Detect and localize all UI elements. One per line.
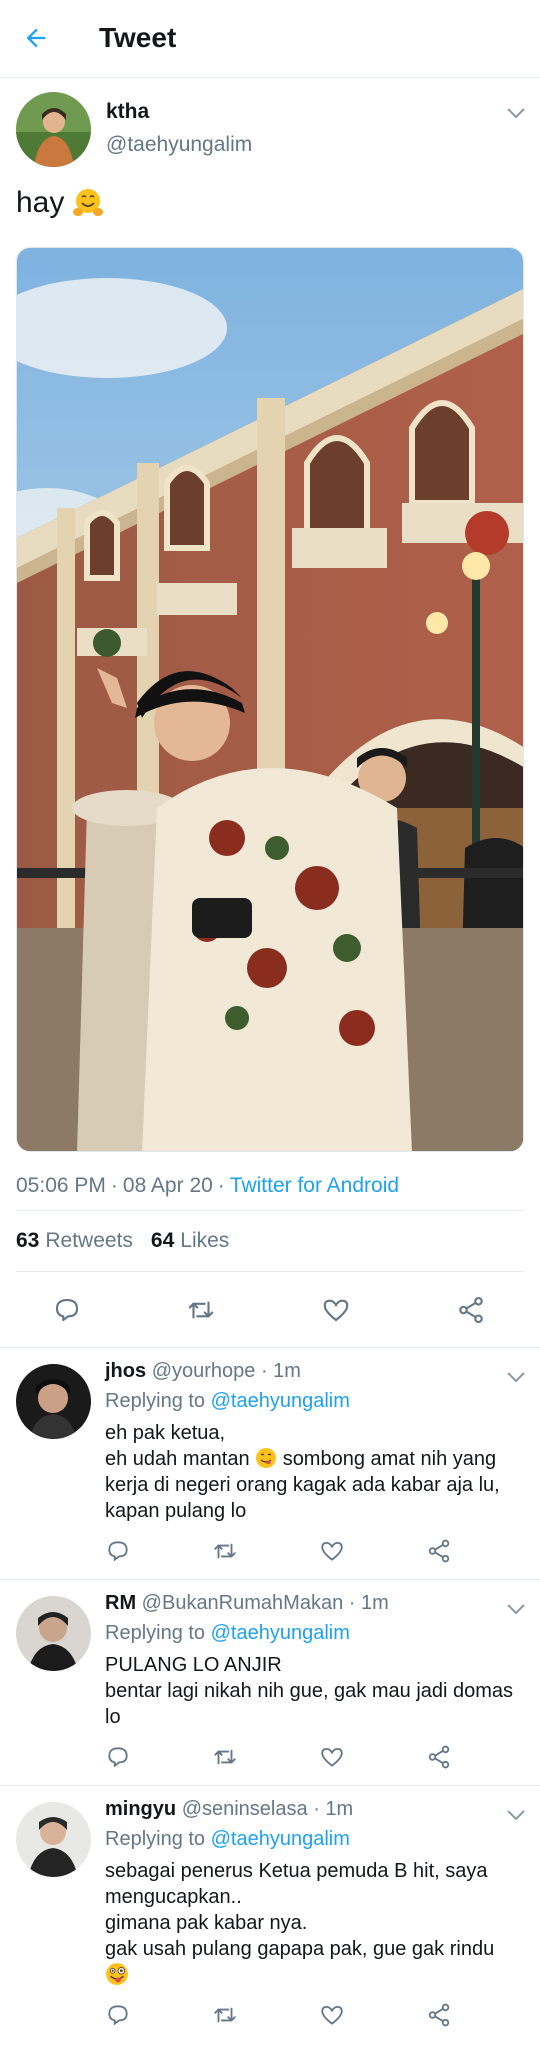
avatar[interactable]	[16, 92, 91, 167]
reply-line: bentar lagi nikah nih gue, gak mau jadi …	[105, 1680, 514, 1728]
reply-author-handle[interactable]: @BukanRumahMakan	[142, 1592, 344, 1614]
share-icon[interactable]	[456, 1295, 486, 1325]
reply-tweet[interactable]: jhos @yourhope · 1m Replying to @taehyun…	[0, 1348, 540, 1580]
reply-text: sebagai penerus Ketua pemuda B hit, saya…	[105, 1858, 525, 1989]
likes-count: 64	[150, 1229, 175, 1252]
likes-label: Likes	[180, 1229, 230, 1252]
reply-actions	[105, 1538, 525, 1568]
reply-line: sebagai penerus Ketua pemuda B hit, saya…	[105, 1860, 488, 1908]
share-icon[interactable]	[426, 2002, 452, 2028]
chevron-down-icon[interactable]	[506, 1370, 526, 1384]
reply-time: 1m	[360, 1592, 389, 1614]
top-app-bar: Tweet	[0, 0, 540, 78]
reply-line: eh udah mantan sombong amat nih yang ker…	[105, 1446, 525, 1498]
reply-author-name[interactable]: RM	[105, 1592, 136, 1614]
replying-to: Replying to @taehyungalim	[105, 1390, 350, 1413]
tweet-text-content: hay	[16, 186, 65, 219]
replying-mention[interactable]: @taehyungalim	[211, 1390, 350, 1412]
reply-tweet[interactable]: RM @BukanRumahMakan · 1m Replying to @ta…	[0, 1580, 540, 1786]
heart-icon[interactable]	[319, 1744, 345, 1770]
reply-line-text: eh udah mantan	[105, 1448, 250, 1470]
retweets-count: 63	[16, 1229, 40, 1252]
reply-author-name[interactable]: mingyu	[105, 1798, 176, 1820]
author-handle[interactable]: @taehyungalim	[106, 133, 252, 157]
reply-line: gak usah pulang gapapa pak, gue gak rind…	[105, 1938, 495, 1960]
reply-line	[105, 1962, 525, 1989]
retweet-icon[interactable]	[212, 1538, 238, 1564]
avatar[interactable]	[16, 1596, 91, 1671]
reply-tweet[interactable]: mingyu @seninselasa · 1m Replying to @ta…	[0, 1786, 540, 2056]
tweet-date: 08 Apr 20	[122, 1174, 213, 1197]
replying-mention[interactable]: @taehyungalim	[211, 1828, 350, 1850]
reply-text: eh pak ketua, eh udah mantan sombong ama…	[105, 1420, 525, 1524]
tweet-timestamp: 05:06 PM · 08 Apr 20 · Twitter for Android	[16, 1174, 400, 1197]
reply-icon[interactable]	[52, 1295, 82, 1325]
reply-line: PULANG LO ANJIR	[105, 1654, 282, 1676]
yum-face-emoji	[255, 1447, 277, 1469]
tweet-photo[interactable]	[16, 247, 524, 1152]
replying-label: Replying to	[105, 1390, 206, 1412]
reply-author-handle[interactable]: @yourhope	[152, 1360, 256, 1382]
replying-to: Replying to @taehyungalim	[105, 1622, 350, 1645]
reply-icon[interactable]	[105, 2002, 131, 2028]
engagement-stats: 63 Retweets 64 Likes	[16, 1210, 524, 1272]
reply-time: 1m	[325, 1798, 354, 1820]
reply-header: RM @BukanRumahMakan · 1m	[105, 1592, 389, 1614]
heart-icon[interactable]	[321, 1295, 351, 1325]
replying-label: Replying to	[105, 1828, 206, 1850]
reply-author-name[interactable]: jhos	[105, 1360, 146, 1382]
heart-icon[interactable]	[319, 1538, 345, 1564]
share-icon[interactable]	[426, 1744, 452, 1770]
replying-to: Replying to @taehyungalim	[105, 1828, 350, 1851]
chevron-down-icon[interactable]	[506, 106, 526, 120]
reply-actions	[105, 1744, 525, 1774]
likes-stat[interactable]: 64 Likes	[151, 1229, 229, 1253]
heart-icon[interactable]	[319, 2002, 345, 2028]
tweet-text: hay	[16, 186, 104, 220]
chevron-down-icon[interactable]	[506, 1602, 526, 1616]
reply-header: mingyu @seninselasa · 1m	[105, 1798, 354, 1820]
chevron-down-icon[interactable]	[506, 1808, 526, 1822]
arrow-left-icon[interactable]	[22, 24, 50, 52]
reply-icon[interactable]	[105, 1538, 131, 1564]
reply-line: kapan pulang lo	[105, 1500, 247, 1522]
retweet-icon[interactable]	[186, 1295, 216, 1325]
retweet-icon[interactable]	[212, 2002, 238, 2028]
avatar[interactable]	[16, 1364, 91, 1439]
winking-tongue-emoji	[105, 1962, 129, 1986]
reply-line: eh pak ketua,	[105, 1422, 226, 1444]
client-link[interactable]: Twitter for Android	[230, 1174, 399, 1197]
author-name[interactable]: ktha	[106, 100, 149, 124]
reply-header: jhos @yourhope · 1m	[105, 1360, 301, 1382]
share-icon[interactable]	[426, 1538, 452, 1564]
retweet-icon[interactable]	[212, 1744, 238, 1770]
tweet-time: 05:06 PM	[16, 1174, 106, 1197]
reply-author-handle[interactable]: @seninselasa	[182, 1798, 308, 1820]
reply-icon[interactable]	[105, 1744, 131, 1770]
retweets-label: Retweets	[45, 1229, 133, 1252]
retweets-stat[interactable]: 63 Retweets	[16, 1229, 133, 1253]
reply-actions	[105, 2002, 525, 2032]
reply-line: gimana pak kabar nya.	[105, 1912, 308, 1934]
replying-mention[interactable]: @taehyungalim	[211, 1622, 350, 1644]
avatar[interactable]	[16, 1802, 91, 1877]
replying-label: Replying to	[105, 1622, 206, 1644]
reply-time: 1m	[273, 1360, 301, 1382]
reply-text: PULANG LO ANJIR bentar lagi nikah nih gu…	[105, 1652, 525, 1730]
page-title: Tweet	[99, 22, 177, 53]
hugging-face-emoji	[72, 187, 104, 219]
tweet-actions	[0, 1272, 540, 1348]
